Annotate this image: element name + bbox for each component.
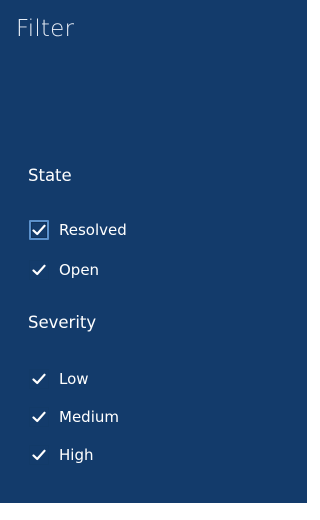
- checkmark-icon: [32, 264, 46, 276]
- filter-title: Filter: [16, 16, 75, 42]
- checkmark-icon: [32, 411, 46, 423]
- severity-high-checkbox[interactable]: High: [29, 443, 93, 467]
- high-checkbox-box[interactable]: [29, 445, 49, 465]
- state-section-title: State: [28, 166, 72, 185]
- state-open-checkbox[interactable]: Open: [29, 258, 99, 282]
- open-checkbox-box[interactable]: [29, 260, 49, 280]
- resolved-checkbox-box[interactable]: [29, 220, 49, 240]
- checkmark-icon: [32, 224, 46, 236]
- low-checkbox-box[interactable]: [29, 369, 49, 389]
- medium-label: Medium: [59, 408, 119, 426]
- state-resolved-checkbox[interactable]: Resolved: [29, 218, 127, 242]
- filter-panel: Filter State Resolved Open Severity Low: [0, 0, 307, 503]
- severity-medium-checkbox[interactable]: Medium: [29, 405, 119, 429]
- checkmark-icon: [32, 373, 46, 385]
- resolved-label: Resolved: [59, 221, 127, 239]
- high-label: High: [59, 446, 94, 464]
- severity-low-checkbox[interactable]: Low: [29, 367, 89, 391]
- open-label: Open: [59, 261, 100, 279]
- severity-section-title: Severity: [28, 313, 97, 332]
- medium-checkbox-box[interactable]: [29, 407, 49, 427]
- checkmark-icon: [32, 449, 46, 461]
- low-label: Low: [59, 370, 89, 388]
